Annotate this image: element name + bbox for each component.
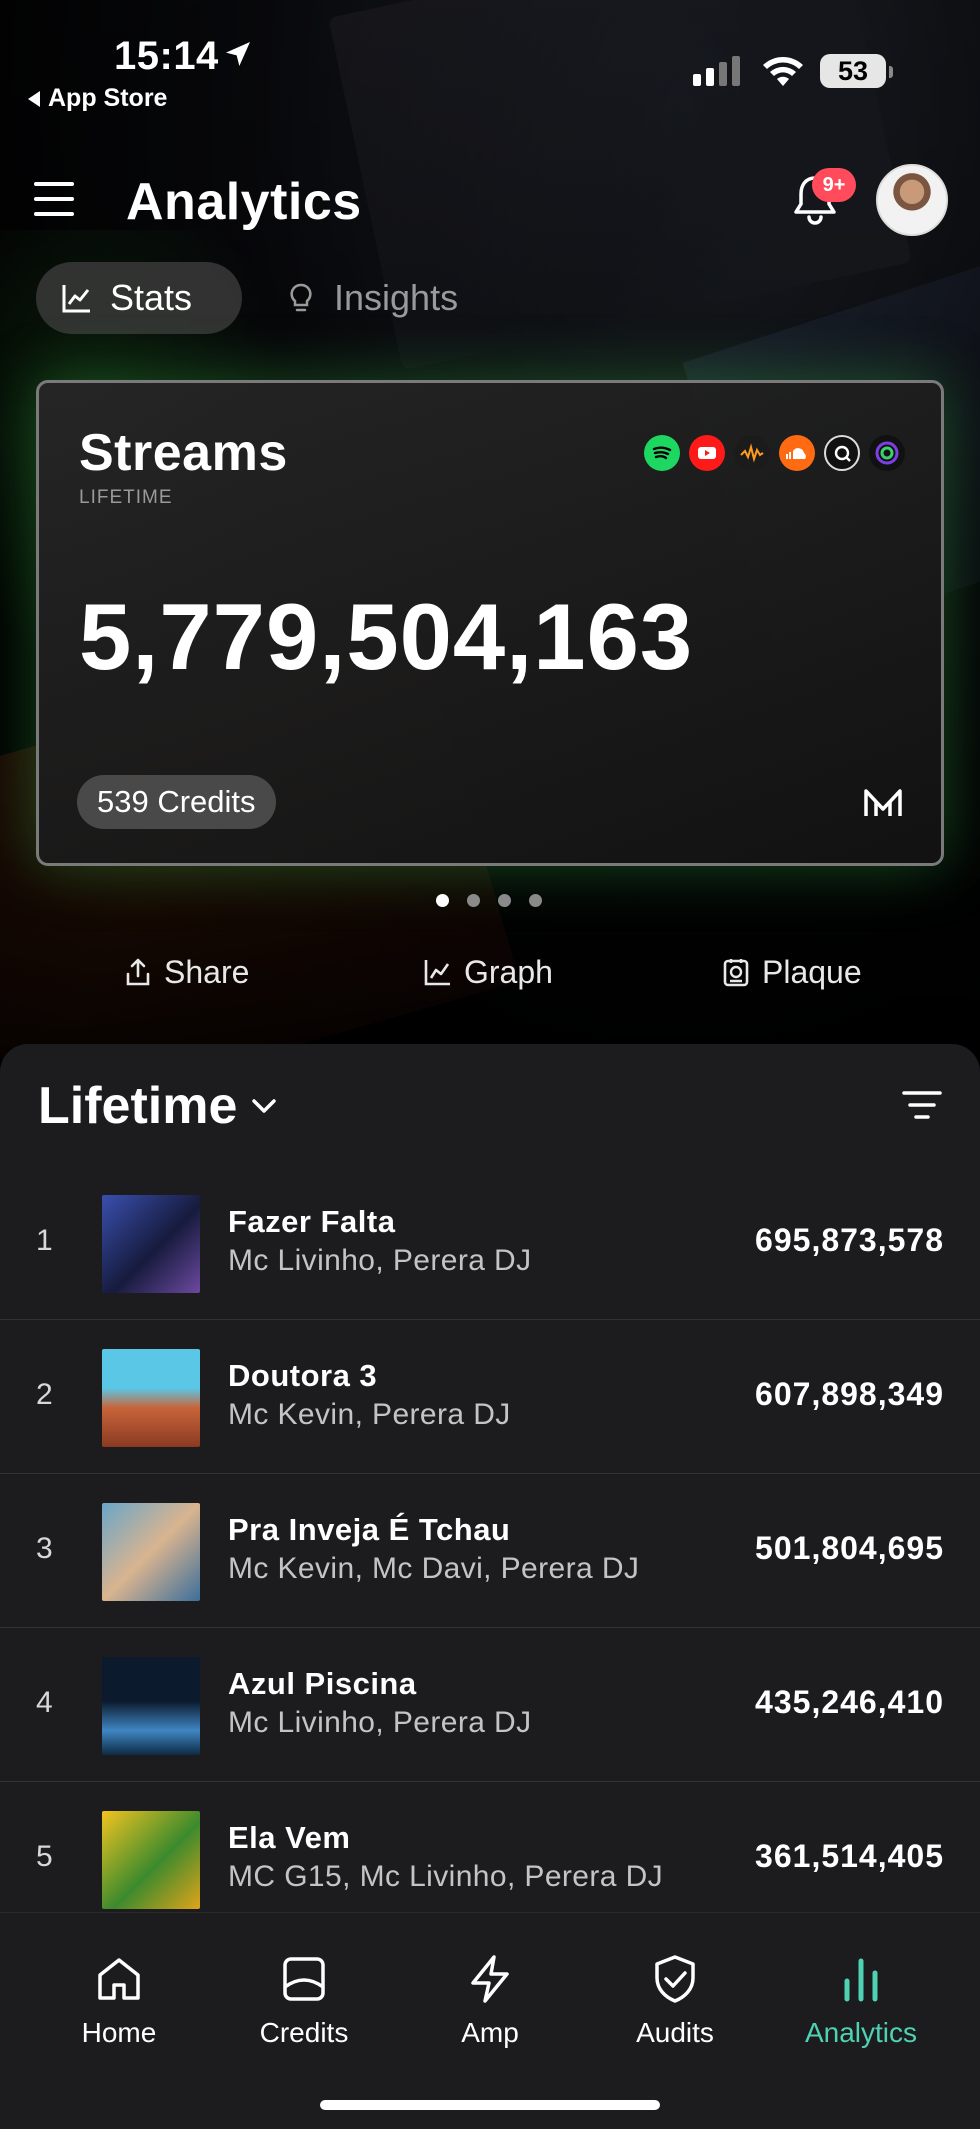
- carousel-dot[interactable]: [467, 894, 480, 907]
- song-artists: Mc Livinho, Perera DJ: [228, 1244, 532, 1277]
- stream-count: 607,898,349: [755, 1376, 944, 1412]
- nav-home-label: Home: [81, 2017, 157, 2048]
- nav-home[interactable]: Home: [29, 1953, 209, 2049]
- graph-icon: [424, 960, 450, 986]
- share-icon: [126, 958, 150, 986]
- stream-count: 435,246,410: [755, 1684, 944, 1720]
- stream-count: 361,514,405: [755, 1838, 944, 1874]
- cellular-signal-icon: [693, 56, 740, 86]
- rank-number: 3: [36, 1532, 53, 1565]
- shield-check-icon: [655, 1955, 695, 2003]
- soundcloud-icon: [779, 435, 815, 471]
- rank-number: 2: [36, 1378, 53, 1411]
- carousel-dot[interactable]: [498, 894, 511, 907]
- lightning-icon: [471, 1955, 509, 2003]
- bar-chart-icon: [844, 1958, 878, 2002]
- hamburger-menu-icon[interactable]: [34, 182, 74, 216]
- carousel-dots[interactable]: [436, 894, 542, 907]
- song-title: Pra Inveja É Tchau: [228, 1512, 511, 1547]
- song-title: Fazer Falta: [228, 1204, 396, 1239]
- chevron-down-icon: [252, 1099, 277, 1113]
- rank-number: 5: [36, 1840, 53, 1873]
- tab-stats-label: Stats: [110, 277, 193, 318]
- youtube-icon: [689, 435, 725, 471]
- table-row[interactable]: 3 Pra Inveja É Tchau Mc Kevin, Mc Davi, …: [0, 1474, 980, 1628]
- card-subtitle: LIFETIME: [79, 487, 173, 508]
- back-to-app-store-link[interactable]: App Store: [28, 84, 167, 113]
- tidal-icon: [824, 435, 860, 471]
- plaque-button[interactable]: Plaque: [720, 950, 862, 994]
- nav-analytics[interactable]: Analytics: [771, 1953, 951, 2049]
- nav-credits[interactable]: Credits: [214, 1953, 394, 2049]
- page-title: Analytics: [126, 173, 362, 231]
- album-cover: [102, 1657, 200, 1755]
- filter-icon[interactable]: [900, 1088, 944, 1122]
- nav-amp[interactable]: Amp: [400, 1953, 580, 2049]
- tab-insights[interactable]: Insights: [260, 262, 490, 334]
- bottom-nav: Home Credits Amp Audits Analytics: [0, 1912, 980, 2129]
- audiomack-icon: [734, 435, 770, 471]
- carousel-dot[interactable]: [436, 894, 449, 907]
- share-button[interactable]: Share: [122, 950, 249, 994]
- line-chart-icon: [62, 285, 90, 313]
- song-title: Doutora 3: [228, 1358, 378, 1393]
- wifi-icon: [763, 57, 803, 86]
- song-title: Azul Piscina: [228, 1666, 417, 1701]
- back-triangle-icon: [28, 90, 40, 107]
- lightbulb-icon: [290, 283, 312, 312]
- stream-count: 695,873,578: [755, 1222, 944, 1258]
- total-streams-value: 5,779,504,163: [79, 584, 694, 689]
- avatar[interactable]: [876, 164, 948, 236]
- brand-logo-icon: [864, 789, 902, 816]
- song-artists: Mc Kevin, Perera DJ: [228, 1398, 511, 1431]
- battery-indicator: 53: [820, 54, 893, 88]
- carousel-dot[interactable]: [529, 894, 542, 907]
- table-row[interactable]: 2 Doutora 3 Mc Kevin, Perera DJ 607,898,…: [0, 1320, 980, 1474]
- table-row[interactable]: 4 Azul Piscina Mc Livinho, Perera DJ 435…: [0, 1628, 980, 1782]
- graph-button[interactable]: Graph: [422, 950, 553, 994]
- album-cover: [102, 1349, 200, 1447]
- home-icon: [98, 1958, 140, 2000]
- album-cover: [102, 1195, 200, 1293]
- nav-amp-label: Amp: [461, 2017, 519, 2048]
- song-artists: Mc Kevin, Mc Davi, Perera DJ: [228, 1552, 640, 1585]
- nav-audits-label: Audits: [636, 2017, 714, 2048]
- nav-analytics-label: Analytics: [804, 2017, 918, 2048]
- anghami-icon: [869, 435, 905, 471]
- spotify-icon: [644, 435, 680, 471]
- back-app-label: App Store: [48, 84, 168, 112]
- card-title: Streams: [79, 424, 288, 482]
- album-cover: [102, 1811, 200, 1909]
- song-title: Ela Vem: [228, 1820, 351, 1855]
- status-bar: 15:14 App Store 53: [0, 0, 980, 120]
- home-indicator[interactable]: [320, 2100, 660, 2110]
- album-cover: [102, 1503, 200, 1601]
- rank-number: 1: [36, 1224, 53, 1257]
- nav-audits[interactable]: Audits: [585, 1953, 765, 2049]
- platform-icons: [644, 435, 905, 471]
- nav-credits-label: Credits: [259, 2017, 349, 2048]
- song-artists: Mc Livinho, Perera DJ: [228, 1706, 532, 1739]
- credits-icon: [283, 1957, 325, 2001]
- period-label: Lifetime: [38, 1077, 238, 1135]
- plaque-icon: [723, 959, 749, 987]
- plaque-label: Plaque: [762, 953, 862, 990]
- stream-count: 501,804,695: [755, 1530, 944, 1566]
- share-label: Share: [164, 953, 250, 990]
- notification-badge: 9+: [812, 168, 856, 202]
- graph-label: Graph: [464, 953, 553, 990]
- rank-number: 4: [36, 1686, 53, 1719]
- status-time: 15:14: [114, 34, 219, 78]
- tab-insights-label: Insights: [334, 277, 459, 318]
- table-row[interactable]: 1 Fazer Falta Mc Livinho, Perera DJ 695,…: [0, 1166, 980, 1320]
- location-arrow-icon: [226, 42, 250, 66]
- tab-stats[interactable]: Stats: [36, 262, 242, 334]
- song-artists: MC G15, Mc Livinho, Perera DJ: [228, 1860, 664, 1893]
- credits-badge[interactable]: 539 Credits: [77, 775, 276, 829]
- streams-card[interactable]: Streams LIFETIME 5,779,504,163 539 Credi…: [36, 380, 944, 866]
- period-dropdown[interactable]: Lifetime: [38, 1076, 281, 1136]
